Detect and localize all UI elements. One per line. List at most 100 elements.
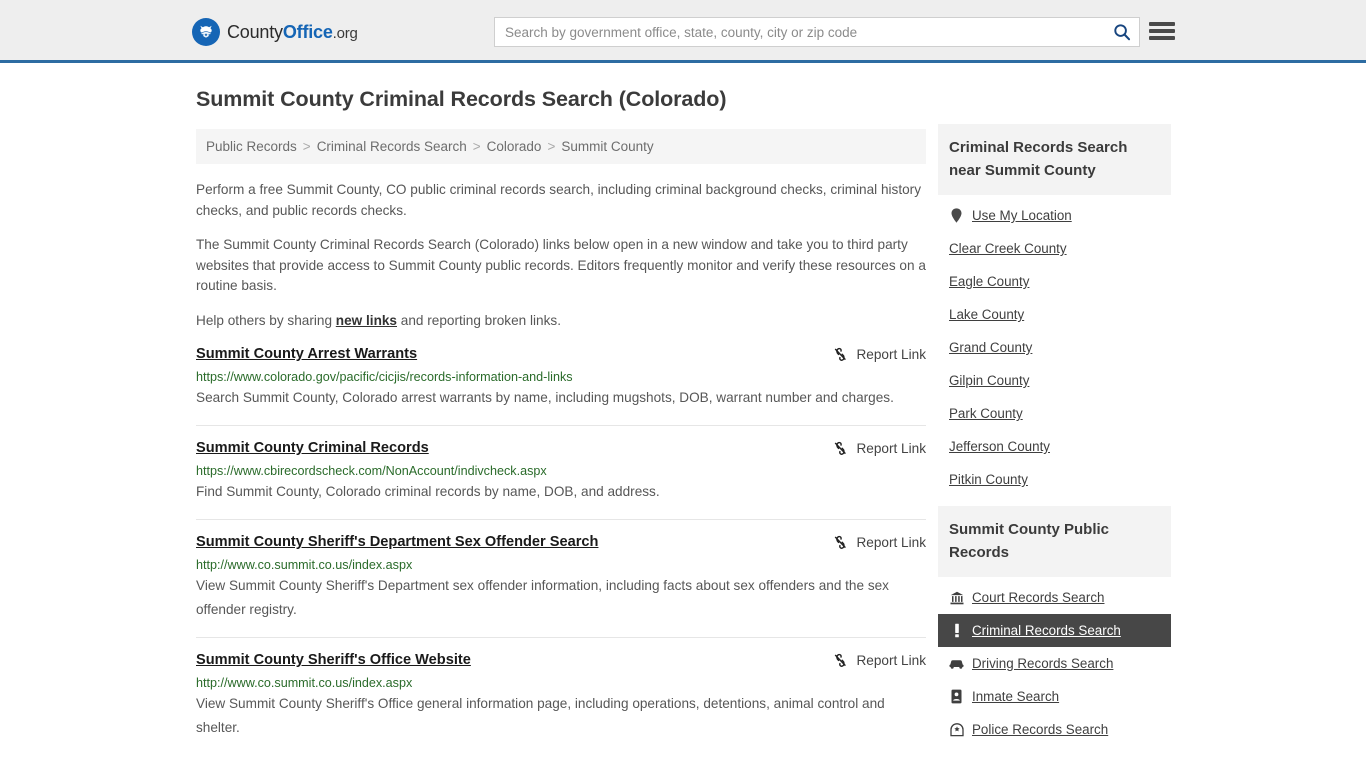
result-description: Search Summit County, Colorado arrest wa… [196, 390, 894, 405]
sidebar-item-use-my-location[interactable]: Use My Location [938, 199, 1171, 232]
new-links-link[interactable]: new links [336, 313, 397, 328]
sidebar-nearby-heading: Criminal Records Search near Summit Coun… [938, 124, 1171, 195]
breadcrumb-item-0[interactable]: Public Records [206, 139, 297, 154]
site-header: CountyOffice.org [0, 0, 1366, 63]
sidebar-item-label: Court Records Search [972, 590, 1105, 605]
result-item: Summit County Sheriff's Department Sex O… [196, 533, 926, 638]
map-pin-icon [949, 208, 964, 223]
search-icon [1114, 24, 1131, 41]
sidebar-item-label: Gilpin County [949, 373, 1030, 388]
sidebar-item-label: Grand County [949, 340, 1033, 355]
breadcrumb-item-3[interactable]: Summit County [561, 139, 653, 154]
search-bar[interactable] [494, 17, 1140, 47]
sidebar-item-label: Clear Creek County [949, 241, 1067, 256]
site-logo-text: CountyOffice.org [227, 22, 358, 43]
result-description: View Summit County Sheriff's Department … [196, 578, 889, 617]
result-url: http://www.co.summit.co.us/index.aspx [196, 558, 413, 572]
hamburger-bar-2 [1149, 29, 1175, 33]
sidebar-nearby-list: Use My Location Clear Creek County Eagle… [938, 195, 1171, 496]
result-header: Summit County Criminal Records Report Li… [196, 439, 926, 458]
hamburger-menu-icon[interactable] [1149, 20, 1175, 42]
logo-text-office: Office [282, 21, 333, 42]
sidebar-item-criminal-records-search[interactable]: Criminal Records Search [938, 614, 1171, 647]
courthouse-icon [949, 591, 964, 605]
breadcrumb-item-1[interactable]: Criminal Records Search [317, 139, 467, 154]
breadcrumb: Public Records > Criminal Records Search > C… [196, 129, 926, 164]
sidebar-item-label: Police Records Search [972, 722, 1109, 737]
result-item: Summit County Sheriff's Office Website R… [196, 651, 926, 755]
sidebar: Criminal Records Search near Summit Coun… [938, 124, 1171, 756]
result-item: Summit County Criminal Records Report Li… [196, 439, 926, 520]
result-title-link[interactable]: Summit County Sheriff's Office Website [196, 651, 471, 670]
logo-text-county: County [227, 21, 283, 42]
result-description: Find Summit County, Colorado criminal re… [196, 484, 660, 499]
sidebar-item-label: Jefferson County [949, 439, 1050, 454]
result-title-link[interactable]: Summit County Criminal Records [196, 439, 429, 458]
sidebar-item-label: Driving Records Search [972, 656, 1114, 671]
report-link-button[interactable]: Report Link [832, 651, 926, 669]
result-url: http://www.co.summit.co.us/index.aspx [196, 676, 413, 690]
sidebar-item-label: Criminal Records Search [972, 623, 1121, 638]
result-title-link[interactable]: Summit County Sheriff's Department Sex O… [196, 533, 598, 552]
broken-link-icon [835, 535, 847, 549]
search-input[interactable] [495, 18, 1105, 46]
intro-text: Perform a free Summit County, CO public … [196, 180, 926, 331]
breadcrumb-separator: > [302, 139, 311, 154]
police-badge-icon [949, 722, 964, 737]
eagle-seal-icon [192, 18, 220, 46]
sidebar-item-clear-creek-county[interactable]: Clear Creek County [938, 232, 1171, 265]
broken-link-icon [835, 347, 847, 361]
sidebar-item-jefferson-county[interactable]: Jefferson County [938, 430, 1171, 463]
breadcrumb-separator: > [472, 139, 481, 154]
hamburger-bar-1 [1149, 22, 1175, 26]
sidebar-item-label: Eagle County [949, 274, 1030, 289]
intro-paragraph-2: The Summit County Criminal Records Searc… [196, 237, 926, 293]
report-link-label: Report Link [856, 535, 926, 550]
sidebar-nearby-box: Criminal Records Search near Summit Coun… [938, 124, 1171, 496]
result-header: Summit County Sheriff's Department Sex O… [196, 533, 926, 552]
result-title-link[interactable]: Summit County Arrest Warrants [196, 345, 417, 364]
sidebar-item-lake-county[interactable]: Lake County [938, 298, 1171, 331]
sidebar-item-pitkin-county[interactable]: Pitkin County [938, 463, 1171, 496]
report-link-button[interactable]: Report Link [832, 439, 926, 457]
report-link-button[interactable]: Report Link [832, 345, 926, 363]
result-description: View Summit County Sheriff's Office gene… [196, 696, 885, 735]
broken-link-icon [835, 653, 847, 667]
intro-p3-after: and reporting broken links. [397, 312, 561, 328]
results-list: Summit County Arrest Warrants Report Lin… [196, 345, 926, 755]
car-icon [949, 658, 964, 669]
breadcrumb-item-2[interactable]: Colorado [487, 139, 542, 154]
intro-p3-before: Help others by sharing [196, 312, 336, 328]
sidebar-item-label: Use My Location [972, 208, 1072, 223]
exclamation-icon [949, 623, 964, 638]
hamburger-bar-3 [1149, 36, 1175, 40]
result-header: Summit County Sheriff's Office Website R… [196, 651, 926, 670]
result-item: Summit County Arrest Warrants Report Lin… [196, 345, 926, 426]
sidebar-item-label: Inmate Search [972, 689, 1060, 704]
sidebar-item-label: Pitkin County [949, 472, 1028, 487]
logo-text-org: .org [332, 24, 358, 42]
sidebar-item-gilpin-county[interactable]: Gilpin County [938, 364, 1171, 397]
report-link-button[interactable]: Report Link [832, 533, 926, 551]
search-button[interactable] [1105, 18, 1139, 46]
sidebar-item-label: Lake County [949, 307, 1025, 322]
result-url: https://www.cbirecordscheck.com/NonAccou… [196, 464, 547, 478]
intro-paragraph-1: Perform a free Summit County, CO public … [196, 182, 922, 218]
intro-paragraph-3: Help others by sharing new links and rep… [196, 311, 926, 332]
sidebar-item-label: Park County [949, 406, 1023, 421]
page-title: Summit County Criminal Records Search (C… [196, 87, 727, 111]
result-header: Summit County Arrest Warrants Report Lin… [196, 345, 926, 364]
broken-link-icon [835, 441, 847, 455]
sidebar-item-park-county[interactable]: Park County [938, 397, 1171, 430]
report-link-label: Report Link [856, 347, 926, 362]
breadcrumb-separator: > [547, 139, 556, 154]
sidebar-item-police-records-search[interactable]: Police Records Search [938, 713, 1171, 746]
sidebar-item-eagle-county[interactable]: Eagle County [938, 265, 1171, 298]
sidebar-item-driving-records-search[interactable]: Driving Records Search [938, 647, 1171, 680]
sidebar-item-grand-county[interactable]: Grand County [938, 331, 1171, 364]
id-badge-icon [949, 689, 964, 704]
site-logo[interactable]: CountyOffice.org [192, 18, 358, 46]
sidebar-item-inmate-search[interactable]: Inmate Search [938, 680, 1171, 713]
sidebar-public-records-box: Summit County Public Records Court Recor… [938, 506, 1171, 746]
sidebar-item-court-records-search[interactable]: Court Records Search [938, 581, 1171, 614]
